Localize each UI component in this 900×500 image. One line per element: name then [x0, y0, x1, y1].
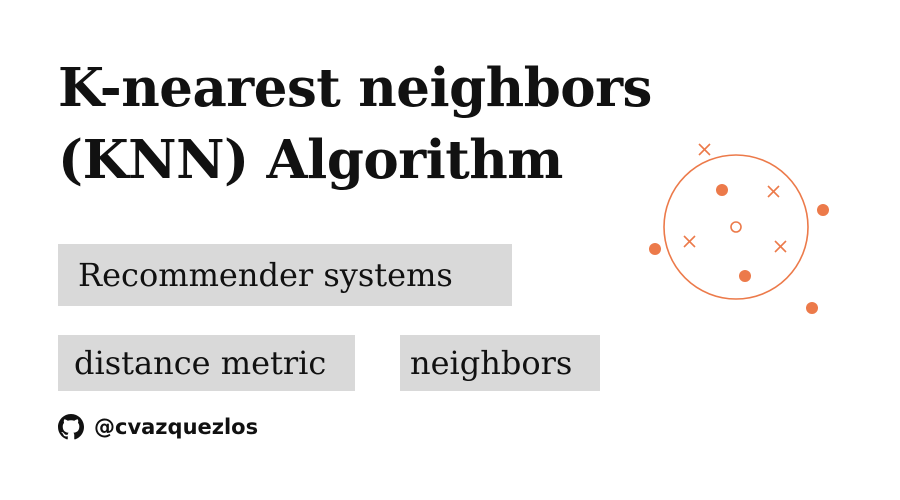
page-title: K-nearest neighbors (KNN) Algorithm [58, 52, 678, 196]
dot-marker [817, 204, 829, 216]
tag-label: neighbors [410, 344, 573, 382]
cross-marker [767, 185, 780, 198]
neighborhood-circle [663, 154, 809, 300]
github-icon [58, 414, 84, 440]
tag-neighbors: neighbors [400, 335, 600, 391]
dot-marker [806, 302, 818, 314]
title-line-1: K-nearest neighbors [58, 57, 652, 119]
tag-recommender-systems: Recommender systems [58, 244, 512, 306]
query-point [730, 221, 742, 233]
author-handle[interactable]: @cvazquezlos [58, 414, 258, 440]
cross-marker [683, 235, 696, 248]
dot-marker [649, 243, 661, 255]
knn-diagram-icon [649, 143, 829, 314]
tag-distance-metric: distance metric [58, 335, 355, 391]
cross-marker [774, 240, 787, 253]
title-line-2: (KNN) Algorithm [58, 129, 563, 191]
dot-marker [716, 184, 728, 196]
tag-label: distance metric [74, 344, 327, 382]
dot-marker [739, 270, 751, 282]
author-handle-text: @cvazquezlos [94, 415, 259, 439]
tag-label: Recommender systems [78, 256, 453, 294]
cross-marker [698, 143, 711, 156]
